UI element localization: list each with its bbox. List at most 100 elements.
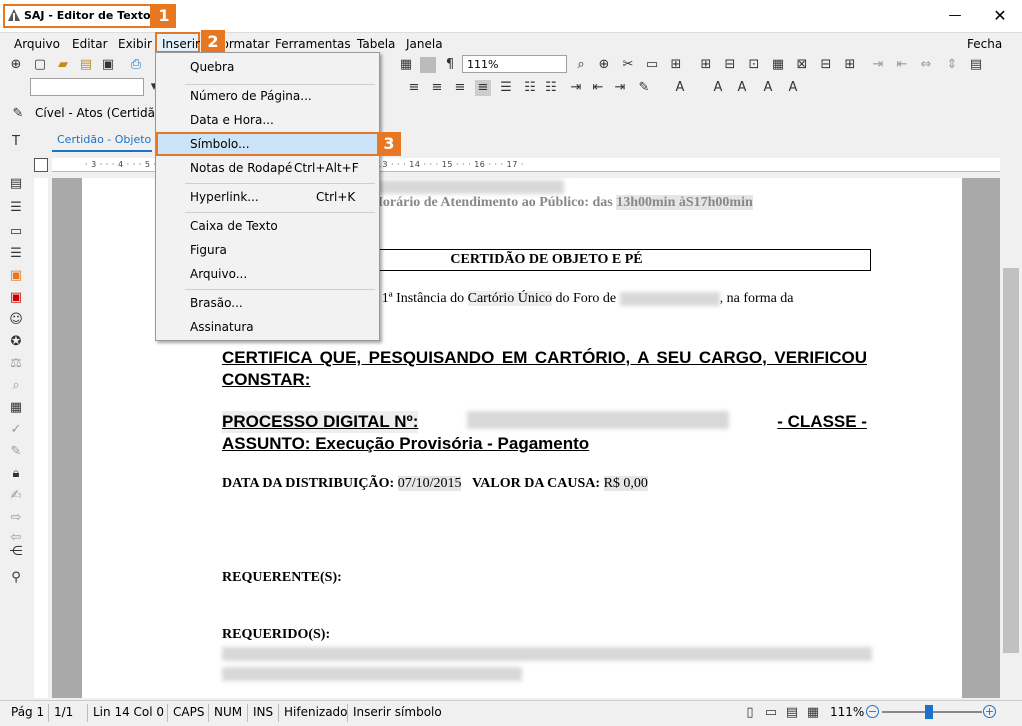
paint-icon[interactable]: ⚲ <box>8 570 24 586</box>
decrease-indent-icon[interactable]: ⇤ <box>590 80 606 96</box>
text-format-icon[interactable]: T <box>8 134 24 150</box>
check-icon[interactable]: ✓ <box>8 422 24 438</box>
table-row-icon[interactable]: ⊟ <box>818 57 834 73</box>
plaintiff-label: REQUERENTE(S): <box>222 570 342 585</box>
menu-inserir[interactable]: Inserir <box>162 37 200 51</box>
search-icon[interactable]: ⌕ <box>573 57 589 73</box>
layout-icon[interactable]: ▭ <box>644 57 660 73</box>
insert-col-icon[interactable]: ⇥ <box>870 57 886 73</box>
shrink-font-icon[interactable]: A <box>734 80 750 96</box>
print-icon[interactable]: ⎙ <box>128 57 144 73</box>
zoom-out-button[interactable]: − <box>866 705 879 718</box>
menu-tabela[interactable]: Tabela <box>357 37 395 51</box>
clear-format-icon[interactable]: A <box>785 80 801 96</box>
view-outline-icon[interactable]: ▤ <box>784 705 800 721</box>
table-icon[interactable]: ▦ <box>398 57 414 73</box>
form-icon[interactable]: ▤ <box>8 176 24 192</box>
menu-item-notas-rodape[interactable]: Notas de Rodapé <box>190 161 292 175</box>
menu-item-arquivo[interactable]: Arquivo... <box>190 267 247 281</box>
table-border-icon[interactable]: ▦ <box>770 57 786 73</box>
style-brush-icon[interactable]: ✎ <box>10 106 26 122</box>
remove-field-icon[interactable]: ▣ <box>8 290 24 306</box>
table-grid-icon[interactable]: ⊞ <box>698 57 714 73</box>
delete-col-icon[interactable]: ⇤ <box>894 57 910 73</box>
grid-icon[interactable] <box>420 57 436 73</box>
align-left-icon[interactable]: ≡ <box>406 80 422 96</box>
cut-icon[interactable]: ✂ <box>620 57 636 73</box>
scrollbar-thumb[interactable] <box>1003 268 1019 653</box>
new-doc-icon[interactable]: ⊕ <box>8 57 24 73</box>
blank-page-icon[interactable]: ▢ <box>32 57 48 73</box>
font-color-icon[interactable]: A <box>672 80 688 96</box>
checklist-icon[interactable]: ☰ <box>8 246 24 262</box>
signature-icon[interactable]: ✍ <box>8 488 24 504</box>
menu-arquivo[interactable]: Arquivo <box>14 37 60 51</box>
table-col-icon[interactable]: ⊞ <box>842 57 858 73</box>
grow-font-icon[interactable]: A <box>710 80 726 96</box>
comment-icon[interactable]: ▭ <box>8 224 24 240</box>
align-center-icon[interactable]: ≡ <box>429 80 445 96</box>
insert-rows-icon[interactable]: ⊞ <box>668 57 684 73</box>
edit-icon[interactable]: ✎ <box>8 444 24 460</box>
merge-cells-icon[interactable]: ⇔ <box>918 57 934 73</box>
office-hours-label: Horário de Atendimento ao Público: das <box>372 195 613 210</box>
justify-icon[interactable]: ≡ <box>475 80 491 96</box>
menu-ferramentas[interactable]: Ferramentas <box>275 37 351 51</box>
callout-1: 1 <box>152 4 176 28</box>
stamp-icon[interactable]: ⚖ <box>8 356 24 372</box>
view-web-icon[interactable]: ▭ <box>763 705 779 721</box>
calendar-icon[interactable]: ▦ <box>8 400 24 416</box>
close-button[interactable]: ✕ <box>988 6 1012 28</box>
table-split-icon[interactable]: ⊟ <box>722 57 738 73</box>
zoom-select[interactable]: 111% <box>462 55 567 73</box>
user-icon[interactable]: ☺ <box>8 312 24 328</box>
menu-item-numero-pagina[interactable]: Número de Página... <box>190 89 312 103</box>
menu-item-hyperlink[interactable]: Hyperlink... <box>190 190 259 204</box>
share-icon[interactable]: ⋲ <box>8 544 24 560</box>
search-doc-icon[interactable]: ⌕ <box>8 378 24 394</box>
export-icon[interactable]: ⇨ <box>8 510 24 526</box>
minimize-button[interactable]: — <box>940 8 970 26</box>
align-right-icon[interactable]: ≡ <box>452 80 468 96</box>
menu-item-assinatura[interactable]: Assinatura <box>190 320 254 334</box>
line-spacing-icon[interactable]: ☰ <box>498 80 514 96</box>
lock-icon[interactable]: 🔒︎ <box>8 466 24 482</box>
menu-janela[interactable]: Janela <box>406 37 443 51</box>
table-cell-icon[interactable]: ⊠ <box>794 57 810 73</box>
menu-item-caixa-texto[interactable]: Caixa de Texto <box>190 219 278 233</box>
menu-exibir[interactable]: Exibir <box>118 37 152 51</box>
view-draft-icon[interactable]: ▦ <box>805 705 821 721</box>
intro-line: e 1ª Instância do Cartório Único do Foro… <box>372 291 867 307</box>
indent-icon[interactable]: ⇥ <box>568 80 584 96</box>
intro-text-d: , na forma da <box>719 291 794 306</box>
menu-item-simbolo[interactable]: Símbolo... <box>190 137 250 151</box>
font-select[interactable] <box>30 78 144 96</box>
bullet-list-icon[interactable]: ☷ <box>522 80 538 96</box>
paragraph-mark-icon[interactable]: ¶ <box>442 57 458 73</box>
zoom-in-icon[interactable]: ⊕ <box>596 57 612 73</box>
list-icon[interactable]: ☰ <box>8 200 24 216</box>
increase-indent-icon[interactable]: ⇥ <box>612 80 628 96</box>
award-icon[interactable]: ✪ <box>8 334 24 350</box>
highlight-icon[interactable]: ✎ <box>636 80 652 96</box>
menu-item-quebra[interactable]: Quebra <box>190 60 234 74</box>
save-icon[interactable]: ▣ <box>100 57 116 73</box>
numbered-list-icon[interactable]: ☷ <box>543 80 559 96</box>
menu-item-figura[interactable]: Figura <box>190 243 227 257</box>
menu-item-data-hora[interactable]: Data e Hora... <box>190 113 274 127</box>
menu-item-brasao[interactable]: Brasão... <box>190 296 243 310</box>
field-icon[interactable]: ▣ <box>8 268 24 284</box>
menu-editar[interactable]: Editar <box>72 37 108 51</box>
ruler-tab-selector[interactable] <box>34 158 48 172</box>
table-merge-icon[interactable]: ⊡ <box>746 57 762 73</box>
zoom-slider-thumb[interactable] <box>925 705 933 719</box>
split-cells-icon[interactable]: ⇕ <box>944 57 960 73</box>
style-selector[interactable]: Cível - Atos (Certidão) <box>35 106 167 120</box>
format-painter-icon[interactable]: A <box>760 80 776 96</box>
zoom-level: 111% <box>830 705 865 719</box>
zoom-in-button[interactable]: + <box>983 705 996 718</box>
view-page-icon[interactable]: ▯ <box>742 705 758 721</box>
open-folder-icon[interactable]: ▰ <box>55 57 71 73</box>
save-pdf-icon[interactable]: ▤ <box>78 57 94 73</box>
cell-props-icon[interactable]: ▤ <box>968 57 984 73</box>
